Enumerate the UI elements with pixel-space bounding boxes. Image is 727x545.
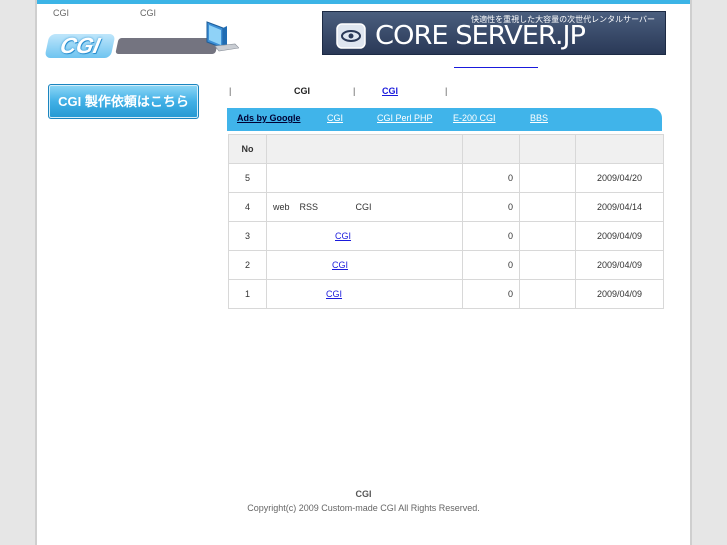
row-title: web RSS CGI — [266, 192, 463, 222]
row-date: 2009/04/09 — [575, 221, 664, 251]
row-count: 0 — [462, 279, 520, 309]
row-title-link[interactable]: CGI — [273, 260, 348, 270]
row-number: 4 — [228, 192, 267, 222]
top-accent-bar — [37, 0, 690, 4]
table-row: 2 CGI 0 2009/04/09 — [228, 250, 664, 280]
row-title-cell: CGI — [266, 250, 463, 280]
nav-separator: | — [353, 86, 356, 96]
row-date: 2009/04/09 — [575, 279, 664, 309]
header-tag-right: CGI — [140, 8, 157, 18]
row-count: 0 — [462, 163, 520, 193]
site-logo[interactable]: CGI — [44, 32, 219, 62]
row-count: 0 — [462, 221, 520, 251]
ad-link[interactable]: CGI Perl PHP — [377, 113, 433, 123]
footer-title: CGI — [355, 489, 372, 499]
nav-separator: | — [229, 86, 232, 96]
thread-table: No 5 0 2009/04/20 4 web RSS CGI 0 2009/0… — [228, 134, 664, 309]
core-server-banner[interactable]: 快適性を重視した大容量の次世代レンタルサーバー CORE SERVER.JP — [322, 11, 666, 55]
row-date: 2009/04/20 — [575, 163, 664, 193]
table-row: 3 CGI 0 2009/04/09 — [228, 221, 664, 251]
ad-link[interactable]: BBS — [530, 113, 552, 123]
row-number: 5 — [228, 163, 267, 193]
row-title — [266, 163, 463, 193]
ad-link[interactable]: CGI — [327, 113, 343, 123]
table-header-row: No — [228, 134, 664, 164]
row-number: 3 — [228, 221, 267, 251]
row-date: 2009/04/09 — [575, 250, 664, 280]
row-number: 1 — [228, 279, 267, 309]
banner-text-link[interactable] — [454, 60, 538, 68]
row-title-link[interactable]: CGI — [273, 231, 351, 241]
row-empty-cell — [519, 250, 576, 280]
row-empty-cell — [519, 192, 576, 222]
banner-title: CORE SERVER.JP — [375, 21, 586, 51]
ad-links-bar: Ads by Google CGI CGI Perl PHP E-200 CGI… — [227, 108, 662, 131]
nav-link-cgi[interactable]: CGI — [382, 86, 420, 96]
logo-cgi-mark: CGI — [44, 33, 116, 58]
column-header — [575, 134, 664, 164]
table-row: 1 CGI 0 2009/04/09 — [228, 279, 664, 309]
row-date: 2009/04/14 — [575, 192, 664, 222]
order-request-button[interactable]: CGI 製作依頼はこちら — [48, 84, 199, 119]
row-title-cell: CGI — [266, 279, 463, 309]
top-nav: | CGI | CGI | — [229, 86, 663, 100]
ads-by-google-link[interactable]: Ads by Google — [237, 113, 301, 123]
row-empty-cell — [519, 221, 576, 251]
column-header — [519, 134, 576, 164]
core-server-logo-icon — [336, 23, 366, 49]
column-header-no: No — [228, 134, 267, 164]
table-row: 5 0 2009/04/20 — [228, 163, 664, 193]
row-count: 0 — [462, 192, 520, 222]
row-count: 0 — [462, 250, 520, 280]
column-header — [266, 134, 463, 164]
row-empty-cell — [519, 279, 576, 309]
ad-link[interactable]: E-200 CGI — [453, 113, 496, 123]
computer-icon — [206, 21, 239, 52]
row-number: 2 — [228, 250, 267, 280]
column-header — [462, 134, 520, 164]
header-tag-left: CGI — [53, 8, 70, 18]
nav-current: CGI — [294, 86, 311, 96]
footer-copyright: Copyright(c) 2009 Custom-made CGI All Ri… — [247, 503, 480, 513]
table-row: 4 web RSS CGI 0 2009/04/14 — [228, 192, 664, 222]
logo-subtitle-graphic — [115, 38, 219, 54]
row-title-cell: CGI — [266, 221, 463, 251]
nav-separator: | — [445, 86, 448, 96]
row-title-link[interactable]: CGI — [273, 289, 342, 299]
row-empty-cell — [519, 163, 576, 193]
page: CGI CGI CGI 快適性を重視した大容量の次世代レンタルサーバー CORE… — [35, 0, 692, 545]
